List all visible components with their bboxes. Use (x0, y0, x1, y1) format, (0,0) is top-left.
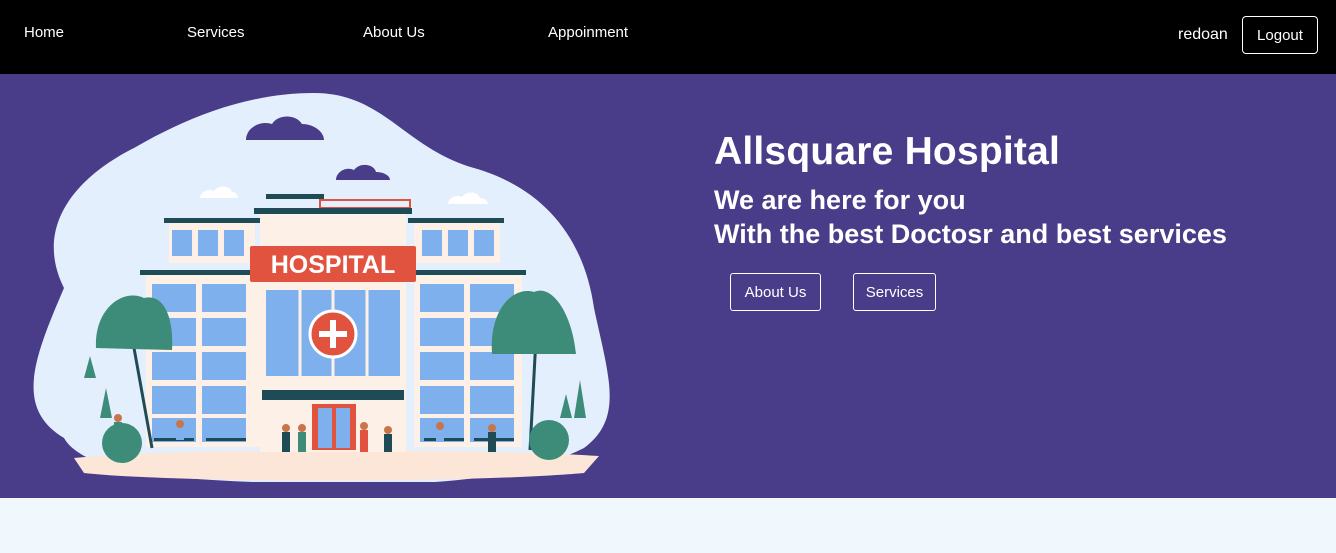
logout-button[interactable]: Logout (1242, 16, 1318, 54)
about-us-button[interactable]: About Us (730, 273, 821, 311)
services-button[interactable]: Services (853, 273, 936, 311)
left-wing-ledge (140, 270, 264, 275)
hospital-illustration: HOSPITAL (33, 93, 610, 482)
bush-icon (529, 420, 569, 460)
hero-subtitle-line-2: With the best Doctosr and best services (714, 219, 1227, 249)
hero-banner: HOSPITAL Allsquare Hospital We are here … (0, 74, 1336, 498)
tower-roof (254, 208, 412, 214)
nav-link-home[interactable]: Home (24, 24, 64, 41)
page-below-hero (0, 498, 1336, 553)
nav-link-about-us[interactable]: About Us (363, 24, 425, 41)
hero-title: Allsquare Hospital (714, 130, 1061, 173)
top-navbar: Home Services About Us Appoinment redoan… (0, 0, 1336, 74)
right-wing-roof (408, 218, 504, 223)
hospital-sign-text: HOSPITAL (271, 251, 396, 279)
nav-link-appointment[interactable]: Appoinment (548, 24, 628, 41)
hero-subtitle-line-1: We are here for you (714, 185, 966, 215)
right-wing-ledge (408, 270, 526, 275)
left-wing-roof (164, 218, 260, 223)
entrance-canopy (262, 390, 404, 400)
user-name: redoan (1178, 26, 1228, 43)
nav-link-services[interactable]: Services (187, 24, 245, 41)
ground (74, 450, 599, 481)
tower-roof-top (266, 194, 324, 199)
